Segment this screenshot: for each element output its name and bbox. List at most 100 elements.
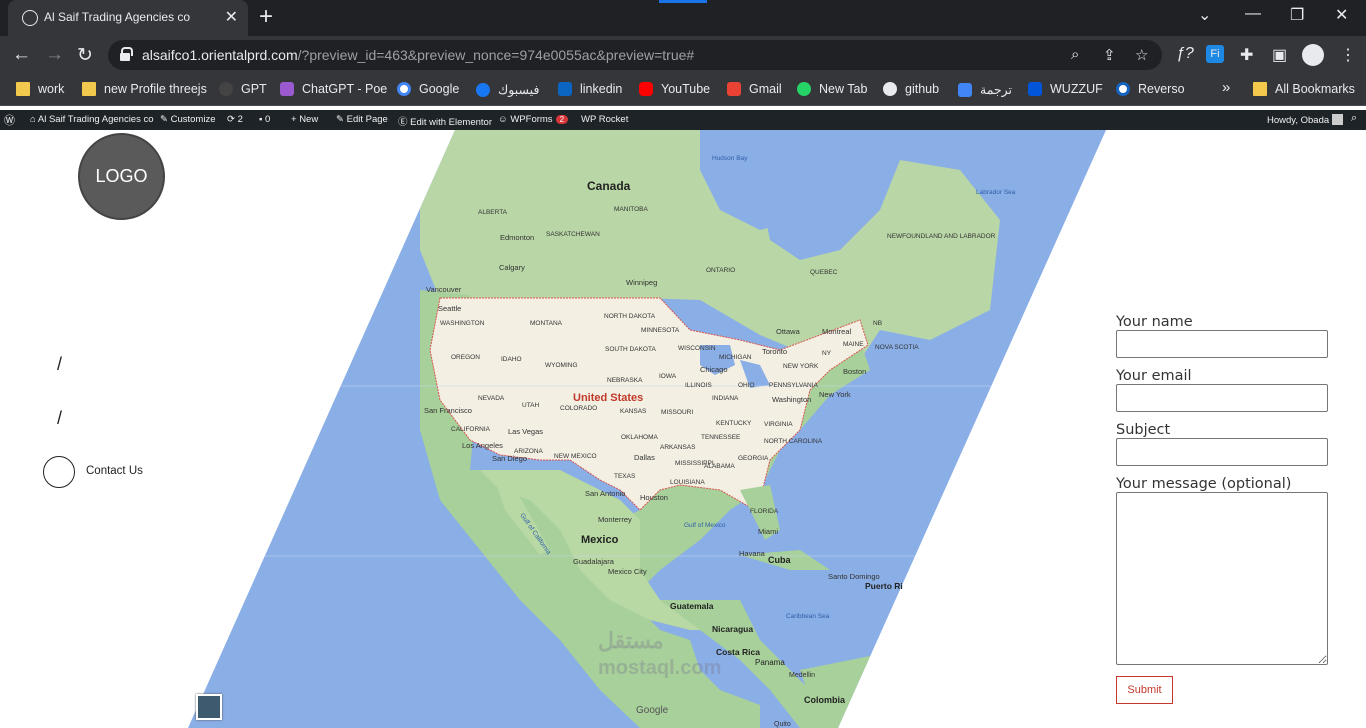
admin-customize[interactable]: ✎ Customize (160, 114, 215, 125)
profile-avatar[interactable] (1302, 44, 1324, 66)
bookmark-poe[interactable]: ChatGPT - Poe (280, 82, 387, 96)
map-label: GEORGIA (738, 455, 769, 462)
map-label: NEWFOUNDLAND AND LABRADOR (887, 233, 996, 240)
bookmark-facebook[interactable]: فيسبوك (476, 82, 539, 97)
map-label: Gulf of Mexico (684, 522, 726, 529)
close-tab-icon[interactable]: ✕ (225, 7, 238, 27)
bookmark-linkedin[interactable]: linkedin (558, 82, 622, 96)
admin-search-icon[interactable]: ⌕ (1351, 112, 1357, 125)
map-label: Toronto (762, 347, 787, 356)
bookmark-folder-work[interactable]: work (16, 82, 64, 96)
bookmark-github[interactable]: github (883, 82, 939, 96)
admin-updates[interactable]: ⟳ 2 (227, 114, 243, 125)
linkedin-icon (558, 82, 572, 96)
new-tab-icon[interactable]: + (259, 3, 273, 31)
bookmark-reverso[interactable]: Reverso (1116, 82, 1185, 96)
site-logo[interactable]: LOGO (78, 133, 165, 220)
url-text[interactable]: alsaifco1.orientalprd.com/?preview_id=46… (142, 47, 694, 63)
browser-tab[interactable]: Al Saif Trading Agencies co ✕ (8, 0, 248, 36)
facebook-icon (476, 83, 490, 97)
admin-wp-rocket[interactable]: WP Rocket (581, 114, 628, 125)
subject-field[interactable] (1116, 438, 1328, 466)
close-window-icon[interactable]: ✕ (1335, 5, 1348, 25)
contact-us-link[interactable]: Contact Us (86, 465, 143, 477)
admin-comments[interactable]: ▪ 0 (259, 114, 270, 125)
bookmark-google[interactable]: Google (397, 82, 459, 96)
lock-icon[interactable] (120, 47, 133, 61)
map-label: MISSOURI (661, 409, 693, 416)
map-label: Edmonton (500, 233, 534, 242)
email-field[interactable] (1116, 384, 1328, 412)
map-label: ILLINOIS (685, 382, 712, 389)
forward-icon[interactable]: → (45, 44, 64, 66)
address-bar[interactable]: alsaifco1.orientalprd.com/?preview_id=46… (108, 40, 1162, 70)
contact-us-icon[interactable] (43, 456, 75, 488)
bookmark-wuzzuf[interactable]: WUZZUF (1028, 82, 1103, 96)
youtube-icon (639, 82, 653, 96)
map-label: PENNSYLVANIA (769, 382, 819, 389)
submit-button[interactable]: Submit (1116, 676, 1173, 704)
admin-edit-page[interactable]: ✎ Edit Page (336, 114, 388, 125)
map-layer-toggle[interactable] (196, 694, 222, 720)
extension-f-icon[interactable]: ƒ? (1176, 45, 1194, 63)
admin-edit-elementor[interactable]: Ⓔ Edit with Elementor (398, 114, 492, 128)
map-label: NORTH DAKOTA (604, 313, 656, 320)
map-label: OREGON (451, 354, 480, 361)
map-label: FLORIDA (750, 508, 779, 515)
back-icon[interactable]: ← (12, 44, 31, 66)
wordpress-icon[interactable]: Ⓦ (4, 112, 15, 128)
bookmark-star-icon[interactable]: ☆ (1135, 46, 1148, 64)
map-label: NEBRASKA (607, 377, 643, 384)
map-label: New York (819, 390, 851, 399)
github-icon (883, 82, 897, 96)
map-label: Santo Domingo (828, 572, 880, 581)
bookmark-youtube[interactable]: YouTube (639, 82, 710, 96)
map-label: Monterrey (598, 515, 632, 524)
map-label: VIRGINIA (764, 421, 793, 428)
folder-icon (82, 82, 96, 96)
name-field[interactable] (1116, 330, 1328, 358)
bookmark-translate[interactable]: ترجمة (958, 82, 1012, 97)
bookmark-gpt[interactable]: GPT (219, 82, 267, 96)
more-bookmarks-icon[interactable]: » (1222, 79, 1230, 96)
bookmark-new-tab[interactable]: New Tab (797, 82, 867, 96)
tab-strip: Al Saif Trading Agencies co ✕ + ⌄ — ❐ ✕ (0, 0, 1366, 36)
side-panel-icon[interactable]: ▣ (1272, 45, 1287, 65)
extensions-puzzle-icon[interactable]: ✚ (1240, 45, 1253, 65)
map-label: Calgary (499, 263, 525, 272)
map-label: Cuba (768, 555, 791, 565)
share-icon[interactable]: ⇪ (1103, 46, 1116, 64)
all-bookmarks[interactable]: All Bookmarks (1253, 82, 1355, 96)
zoom-search-icon[interactable]: ⌕ (1071, 46, 1079, 63)
map-label: Medellin (789, 672, 815, 679)
tab-search-icon[interactable]: ⌄ (1198, 5, 1211, 25)
map-label: Las Vegas (508, 427, 543, 436)
menu-kebab-icon[interactable]: ⋮ (1340, 45, 1356, 65)
map-label: Panama (755, 658, 785, 667)
nav-separator: / (57, 408, 63, 428)
bookmark-gmail[interactable]: Gmail (727, 82, 782, 96)
admin-site-name[interactable]: ⌂ Al Saif Trading Agencies co (30, 114, 154, 125)
map-label: WISCONSIN (678, 345, 716, 352)
extension-fi-icon[interactable]: Fi (1206, 45, 1224, 63)
map-label: San Diego (492, 454, 527, 463)
admin-new[interactable]: + New (291, 114, 318, 125)
bookmark-folder-profile[interactable]: new Profile threejs (82, 82, 207, 96)
email-label: Your email (1116, 368, 1192, 384)
gmail-icon (727, 82, 741, 96)
admin-howdy[interactable]: Howdy, Obada (1267, 114, 1343, 126)
message-field[interactable] (1116, 492, 1328, 665)
browser-toolbar: ← → ↻ alsaifco1.orientalprd.com/?preview… (0, 36, 1366, 74)
message-label: Your message (optional) (1116, 476, 1292, 492)
map-label: Costa Rica (716, 647, 760, 657)
minimize-icon[interactable]: — (1245, 5, 1261, 23)
map-label: MONTANA (530, 320, 563, 327)
map-label: Hudson Bay (712, 155, 748, 162)
map-label: ONTARIO (706, 267, 735, 274)
map-label: Washington (772, 395, 811, 404)
restore-icon[interactable]: ❐ (1290, 5, 1304, 25)
google-logo: Google (636, 705, 669, 716)
map-label: NORTH CAROLINA (764, 438, 823, 445)
reload-icon[interactable]: ↻ (77, 44, 93, 67)
admin-wpforms[interactable]: ☺ WPForms 2 (498, 114, 569, 125)
